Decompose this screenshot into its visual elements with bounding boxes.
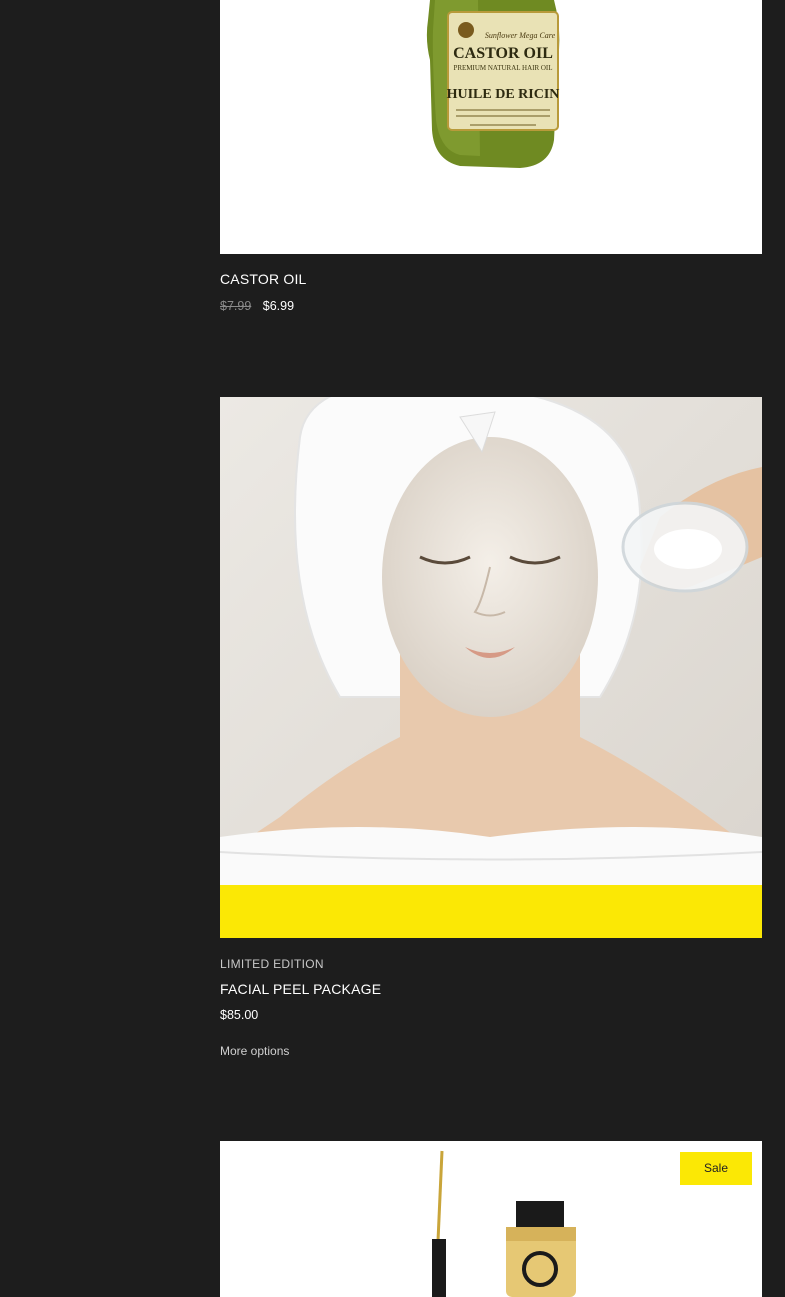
sale-badge: Sale <box>680 1152 752 1185</box>
more-options-link[interactable]: More options <box>220 1044 289 1058</box>
product-grid: Sunflower Mega Care CASTOR OIL PREMIUM N… <box>0 0 785 1297</box>
product-image-castor-oil[interactable]: Sunflower Mega Care CASTOR OIL PREMIUM N… <box>220 0 762 254</box>
facial-mask-illustration <box>220 397 762 938</box>
bottle-sub-text: PREMIUM NATURAL HAIR OIL <box>453 64 552 72</box>
limited-edition-tag: LIMITED EDITION <box>220 957 324 971</box>
sale-price: $6.99 <box>262 299 295 313</box>
product-image-facial-peel[interactable] <box>220 397 762 938</box>
product-title-facial-peel[interactable]: FACIAL PEEL PACKAGE <box>220 981 381 997</box>
product-title-castor-oil[interactable]: CASTOR OIL <box>220 271 307 287</box>
bottle-name-fr-text: HUILE DE RICIN <box>447 87 560 102</box>
castor-oil-bottle-illustration: Sunflower Mega Care CASTOR OIL PREMIUM N… <box>220 0 762 254</box>
price-facial-peel: $85.00 <box>220 1008 259 1022</box>
compare-at-price: $7.99 <box>220 299 252 313</box>
price-row-castor-oil: $7.99 $6.99 <box>220 299 294 313</box>
bottle-brand-text: Sunflower Mega Care <box>485 31 556 40</box>
bottle-name-text: CASTOR OIL <box>453 45 553 62</box>
